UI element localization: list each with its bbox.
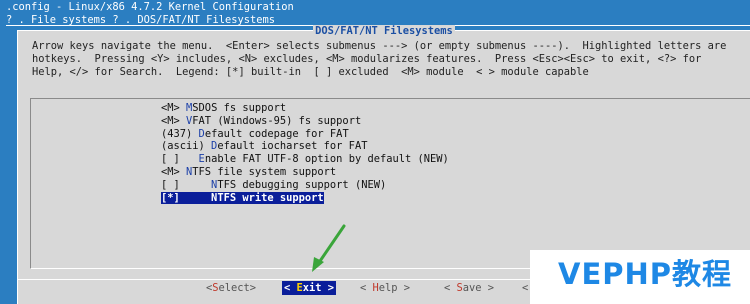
selected-item-highlight: [*] NTFS write support (161, 191, 324, 204)
watermark-logo: VEPHP教程 (530, 250, 750, 304)
dialog-title: DOS/FAT/NT Filesystems (313, 25, 455, 37)
menu-item-msdos[interactable]: <M> MSDOS fs support (161, 102, 449, 115)
exit-button[interactable]: < Exit > (282, 281, 337, 295)
menu-item-iocharset[interactable]: (ascii) Default iocharset for FAT (161, 140, 449, 153)
select-button[interactable]: <Select> (206, 281, 256, 295)
pointer-arrow-icon (312, 224, 346, 272)
menu-list: <M> MSDOS fs support <M> VFAT (Windows-9… (161, 102, 449, 204)
save-button[interactable]: < Save > (444, 281, 494, 295)
menu-item-codepage[interactable]: (437) Default codepage for FAT (161, 128, 449, 141)
menu-item-vfat[interactable]: <M> VFAT (Windows-95) fs support (161, 115, 449, 128)
menu-item-fat-utf8[interactable]: [ ] Enable FAT UTF-8 option by default (… (161, 153, 449, 166)
help-button[interactable]: < Help > (360, 281, 410, 295)
menu-item-ntfs-write[interactable]: [*] NTFS write support (161, 191, 449, 205)
window-title: .config - Linux/x86 4.7.2 Kernel Configu… (6, 1, 294, 13)
menu-box: <M> MSDOS fs support <M> VFAT (Windows-9… (30, 98, 750, 269)
menu-item-ntfs[interactable]: <M> NTFS file system support (161, 166, 449, 179)
help-text: Arrow keys navigate the menu. <Enter> se… (32, 40, 727, 78)
menu-item-ntfs-debug[interactable]: [ ] NTFS debugging support (NEW) (161, 179, 449, 192)
